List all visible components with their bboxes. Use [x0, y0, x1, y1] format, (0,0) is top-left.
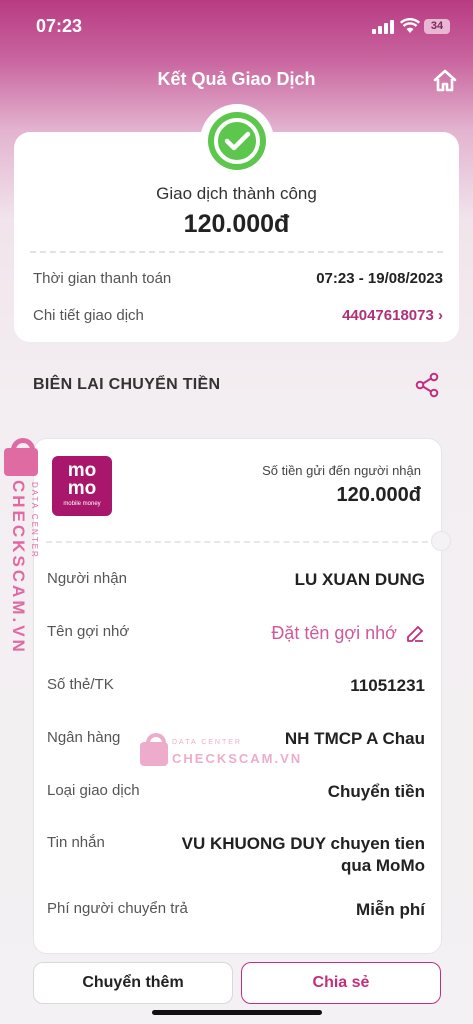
row-value: Chuyển tiền [327, 782, 425, 801]
status-time: 07:23 [36, 16, 83, 36]
transaction-status: Giao dịch thành công [156, 184, 317, 203]
receipt-notch [431, 531, 451, 551]
signal-icon [372, 20, 396, 34]
battery-icon: 34 [424, 19, 450, 34]
watermark-sub: DATA CENTER [172, 739, 242, 746]
row-value: 07:23 - 19/08/2023 [316, 270, 443, 287]
home-icon[interactable] [432, 68, 458, 94]
row-label: Tên gợi nhớ [47, 623, 130, 640]
row-value: 11051231 [350, 676, 425, 695]
lock-icon [140, 742, 168, 766]
row-value: NH TMCP A Chau [284, 729, 425, 748]
share-icon[interactable] [414, 372, 440, 398]
transfer-more-button[interactable]: Chuyển thêm [33, 962, 233, 1004]
check-icon [214, 118, 260, 164]
home-indicator [152, 1010, 322, 1015]
sent-amount: 120.000đ [336, 484, 421, 506]
momo-logo: mo mo mobile money [52, 456, 112, 516]
receipt-title: BIÊN LAI CHUYỂN TIỀN [33, 376, 221, 393]
watermark-brand: CHECKSCAM.VN [172, 751, 303, 766]
row-label: Số thẻ/TK [47, 676, 114, 693]
lock-icon [4, 448, 38, 476]
row-label: Ngân hàng [47, 729, 121, 746]
wifi-icon [400, 18, 420, 33]
row-label: Phí người chuyển trả [47, 900, 188, 917]
row-label: Người nhận [47, 570, 127, 587]
page-title: Kết Quả Giao Dịch [157, 69, 316, 89]
set-nickname-link[interactable]: Đặt tên gợi nhớ [271, 623, 397, 644]
row-label: Thời gian thanh toán [33, 270, 172, 287]
row-value: LU XUAN DUNG [294, 570, 425, 589]
status-bar: 07:23 34 [0, 0, 473, 52]
transaction-amount: 120.000đ [183, 210, 290, 238]
row-value: Miễn phí [356, 900, 425, 919]
edit-icon[interactable] [405, 624, 425, 644]
share-button[interactable]: Chia sẻ [241, 962, 441, 1004]
row-label: Chi tiết giao dịch [33, 307, 144, 324]
watermark-brand: CHECKSCAM.VN [9, 480, 28, 655]
row-value: VU KHUONG DUY chuyen tien [181, 834, 425, 853]
row-label: Loại giao dịch [47, 782, 140, 799]
success-badge [200, 104, 274, 178]
sent-amount-label: Số tiền gửi đến người nhận [262, 463, 421, 478]
row-value-line2: qua MoMo [340, 856, 425, 875]
divider [30, 251, 443, 253]
divider [46, 541, 428, 543]
row-label: Tin nhắn [47, 834, 105, 851]
watermark-sub: DATA CENTER [30, 482, 39, 559]
transaction-id-link[interactable]: 44047618073 › [342, 307, 443, 324]
